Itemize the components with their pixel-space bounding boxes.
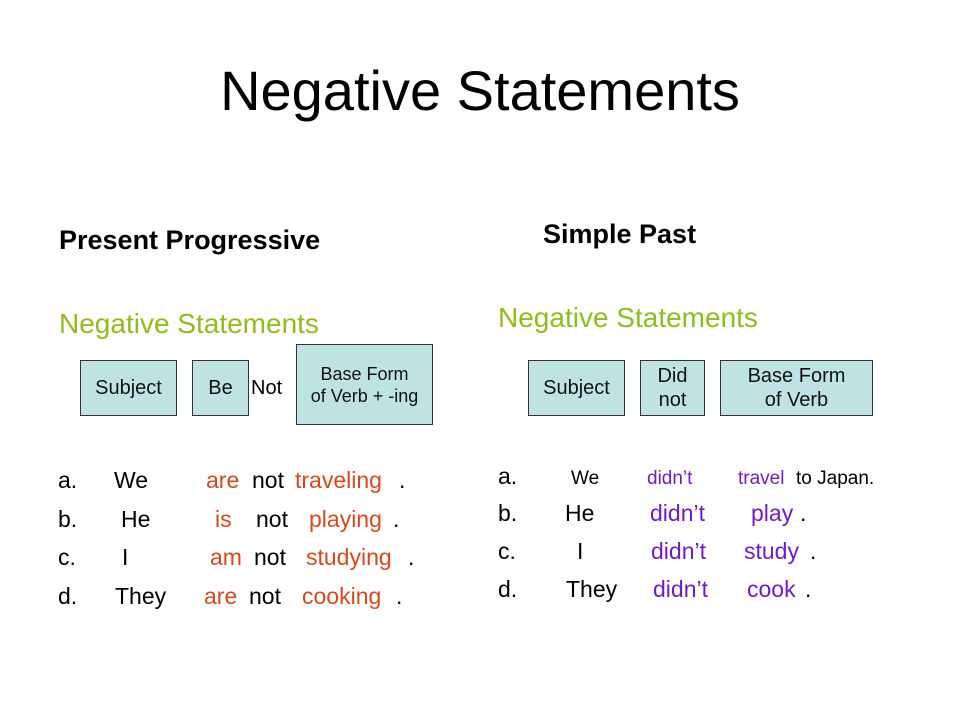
example-neg: not — [252, 467, 284, 493]
formula-subject-label: Subject — [95, 377, 162, 399]
example-verb: play — [751, 500, 794, 526]
past-example-row: c. I didn’t study . — [480, 537, 960, 565]
example-aux: is — [215, 506, 232, 532]
example-label: b. — [498, 500, 518, 526]
example-label: d. — [498, 576, 518, 602]
formula-be-box: Be — [192, 360, 249, 416]
formula-verb-line1: Base Form — [320, 363, 409, 384]
example-label: d. — [58, 583, 78, 609]
example-subject: They — [566, 576, 618, 602]
formula-be-label: Be — [208, 377, 233, 399]
formula-not-label: Not — [251, 377, 283, 399]
formula-verb-line2: of Verb + -ing — [310, 385, 419, 406]
example-subject: He — [565, 500, 595, 526]
example-verb: traveling — [295, 467, 382, 493]
example-verb: study — [744, 538, 799, 564]
example-subject: They — [115, 583, 167, 609]
example-subject: We — [571, 468, 600, 489]
past-formula-subject-label: Subject — [543, 377, 610, 399]
example-subject: I — [122, 544, 129, 570]
example-label: c. — [498, 538, 516, 564]
example-label: b. — [58, 506, 78, 532]
example-subject: He — [121, 506, 151, 532]
example-label: c. — [58, 544, 76, 570]
example-period: . — [396, 583, 403, 609]
present-example-row: a. We are not traveling . — [0, 466, 480, 494]
example-rest: . — [805, 576, 812, 602]
example-neg: not — [254, 544, 286, 570]
example-period: . — [393, 506, 400, 532]
present-negative-subheading: Negative Statements — [59, 308, 319, 339]
formula-verb-ing-box: Base Form of Verb + -ing — [296, 344, 433, 425]
example-label: a. — [58, 467, 78, 493]
past-formula-verb-box: Base Form of Verb — [720, 360, 873, 416]
example-rest: to Japan. — [796, 468, 875, 489]
past-formula-did-not-box: Did not — [640, 360, 705, 416]
simple-past-heading: Simple Past — [543, 219, 697, 249]
example-aux: didn’t — [647, 468, 693, 489]
example-aux: didn’t — [650, 500, 705, 526]
present-example-row: c. I am not studying . — [0, 543, 480, 571]
present-example-row: d. They are not cooking . — [0, 582, 480, 610]
past-formula-verb-line1: Base Form — [747, 365, 846, 387]
example-verb: studying — [306, 544, 392, 570]
example-aux: are — [204, 583, 238, 609]
past-formula-did-line1: Did — [657, 365, 688, 387]
example-aux: didn’t — [653, 576, 708, 602]
example-period: . — [408, 544, 415, 570]
formula-subject-box: Subject — [80, 360, 177, 416]
example-verb: travel — [738, 468, 785, 489]
example-label: a. — [498, 463, 518, 489]
example-verb: cook — [747, 576, 796, 602]
slide-title: Negative Statements — [220, 59, 740, 122]
past-formula-verb-line2: of Verb — [764, 389, 829, 411]
example-subject: We — [114, 467, 149, 493]
past-negative-subheading: Negative Statements — [498, 302, 758, 333]
present-progressive-heading: Present Progressive — [59, 225, 321, 255]
example-rest: . — [800, 500, 807, 526]
example-period: . — [399, 467, 406, 493]
past-example-row: b. He didn’t play . — [480, 499, 960, 527]
example-verb: cooking — [302, 583, 382, 609]
present-example-row: b. He is not playing . — [0, 505, 480, 533]
past-formula-did-line2: not — [658, 389, 687, 411]
past-example-row: d. They didn’t cook . — [480, 575, 960, 603]
past-example-row: a. We didn’t travel to Japan. — [480, 462, 960, 490]
example-rest: . — [810, 538, 817, 564]
example-subject: I — [577, 538, 584, 564]
example-verb: playing — [309, 506, 382, 532]
example-aux: am — [210, 544, 242, 570]
example-neg: not — [256, 506, 288, 532]
example-aux: are — [206, 467, 240, 493]
past-formula-subject-box: Subject — [528, 360, 625, 416]
example-aux: didn’t — [651, 538, 706, 564]
example-neg: not — [249, 583, 281, 609]
